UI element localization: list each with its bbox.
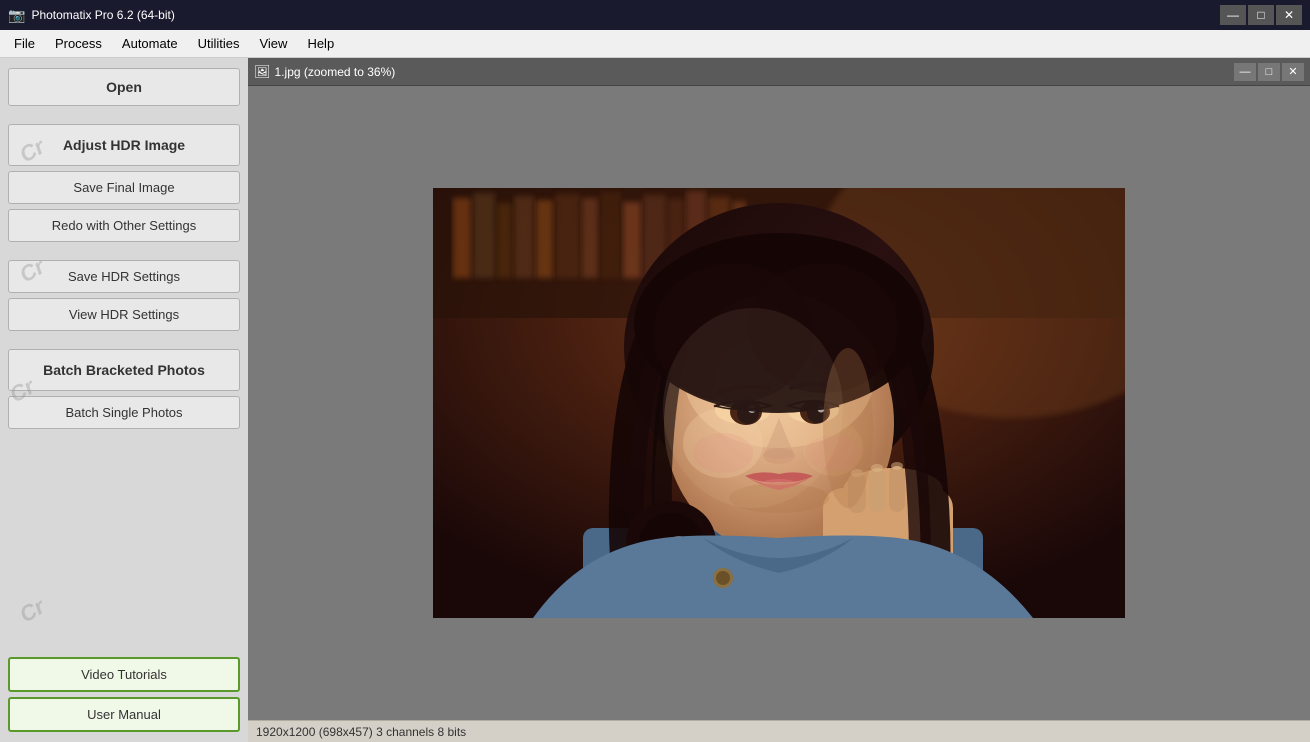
menu-automate[interactable]: Automate (112, 32, 188, 55)
save-hdr-settings-button[interactable]: Save HDR Settings (8, 260, 240, 293)
batch-bracketed-button[interactable]: Batch Bracketed Photos (8, 349, 240, 391)
image-icon: 🖼 (254, 64, 271, 80)
open-button[interactable]: Open (8, 68, 240, 106)
menu-utilities[interactable]: Utilities (188, 32, 250, 55)
menu-file[interactable]: File (4, 32, 45, 55)
portrait-image (433, 188, 1125, 618)
app-title: Photomatix Pro 6.2 (64-bit) (31, 8, 174, 22)
minimize-button[interactable]: — (1220, 5, 1246, 25)
close-button[interactable]: ✕ (1276, 5, 1302, 25)
image-canvas (248, 86, 1310, 720)
batch-single-button[interactable]: Batch Single Photos (8, 396, 240, 429)
image-minimize-button[interactable]: — (1234, 63, 1256, 81)
status-bar: 1920x1200 (698x457) 3 channels 8 bits (248, 720, 1310, 742)
image-area: 🖼 1.jpg (zoomed to 36%) — □ ✕ (248, 58, 1310, 742)
maximize-button[interactable]: □ (1248, 5, 1274, 25)
app-icon: 📷 (8, 7, 25, 24)
user-manual-button[interactable]: User Manual (8, 697, 240, 732)
adjust-hdr-button[interactable]: Adjust HDR Image (8, 124, 240, 166)
image-window-titlebar: 🖼 1.jpg (zoomed to 36%) — □ ✕ (248, 58, 1310, 86)
title-bar-left: 📷 Photomatix Pro 6.2 (64-bit) (8, 7, 175, 24)
status-text: 1920x1200 (698x457) 3 channels 8 bits (256, 725, 466, 739)
menu-process[interactable]: Process (45, 32, 112, 55)
video-tutorials-button[interactable]: Video Tutorials (8, 657, 240, 692)
view-hdr-settings-button[interactable]: View HDR Settings (8, 298, 240, 331)
image-window-controls: — □ ✕ (1234, 63, 1304, 81)
menu-view[interactable]: View (249, 32, 297, 55)
redo-button[interactable]: Redo with Other Settings (8, 209, 240, 242)
image-window-title-text: 1.jpg (zoomed to 36%) (275, 65, 396, 79)
image-close-button[interactable]: ✕ (1282, 63, 1304, 81)
main-content: Cr Cr Cr Cr Open Adjust HDR Image Save F… (0, 58, 1310, 742)
menu-help[interactable]: Help (297, 32, 344, 55)
menu-bar: File Process Automate Utilities View Hel… (0, 30, 1310, 58)
title-bar: 📷 Photomatix Pro 6.2 (64-bit) — □ ✕ (0, 0, 1310, 30)
save-final-button[interactable]: Save Final Image (8, 171, 240, 204)
image-restore-button[interactable]: □ (1258, 63, 1280, 81)
title-bar-controls: — □ ✕ (1220, 5, 1302, 25)
image-window: 🖼 1.jpg (zoomed to 36%) — □ ✕ (248, 58, 1310, 720)
image-window-title-area: 🖼 1.jpg (zoomed to 36%) (254, 64, 395, 80)
sidebar: Cr Cr Cr Cr Open Adjust HDR Image Save F… (0, 58, 248, 742)
